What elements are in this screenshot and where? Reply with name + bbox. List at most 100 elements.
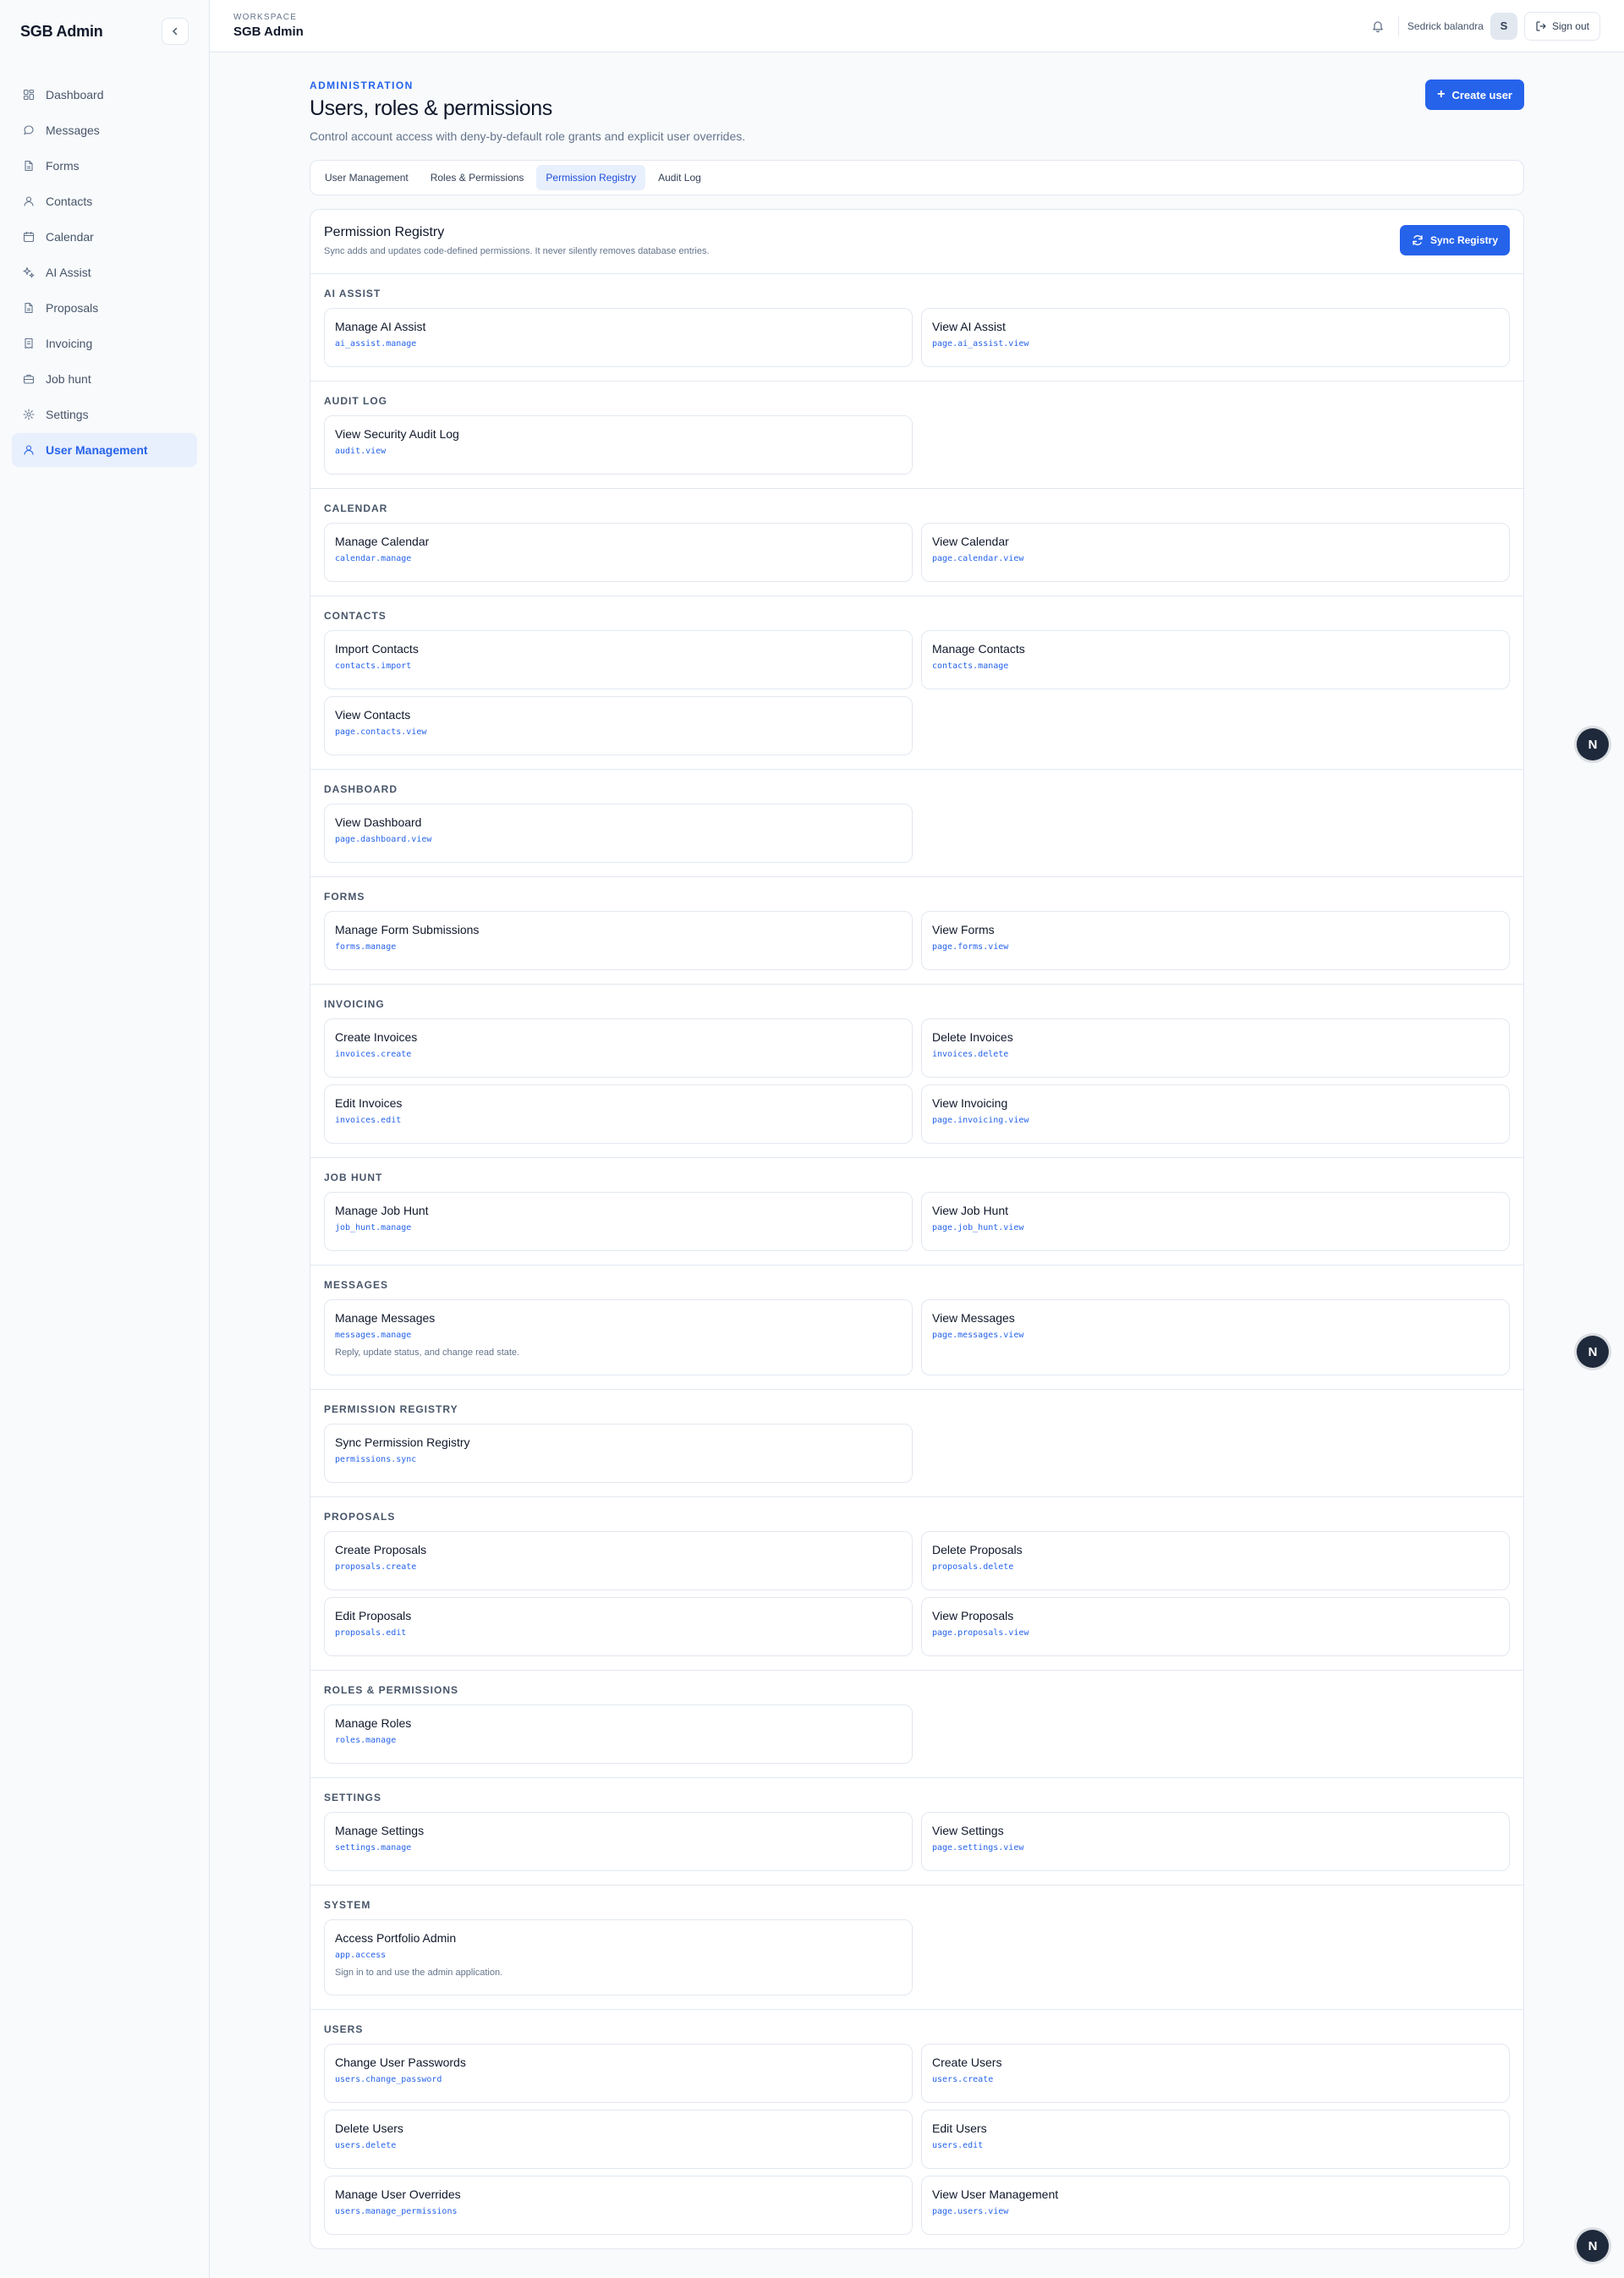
sidebar-item-dashboard[interactable]: Dashboard — [12, 78, 197, 112]
permission-group-ai-assist: AI ASSIST Manage AI Assist ai_assist.manag… — [310, 274, 1523, 381]
permission-card: View User Management page.users.view — [921, 2176, 1510, 2235]
permission-name: View Invoicing — [932, 1096, 1008, 1110]
topbar: WORKSPACE SGB Admin Sedrick balandra S S… — [210, 0, 1624, 52]
panel-title: Permission Registry — [324, 225, 445, 239]
permission-key: proposals.delete — [932, 1562, 1014, 1572]
permission-name: Change User Passwords — [335, 2056, 466, 2069]
permission-key: contacts.manage — [932, 661, 1009, 671]
permission-name: Manage AI Assist — [335, 320, 426, 333]
workspace-info: WORKSPACE SGB Admin — [233, 13, 304, 39]
permission-card: Delete Users users.delete — [324, 2110, 913, 2169]
permission-card: Sync Permission Registry permissions.sync — [324, 1424, 913, 1483]
floating-action-button[interactable]: N — [1577, 2230, 1609, 2262]
permission-description: Reply, update status, and change read st… — [335, 1348, 520, 1358]
group-title: AUDIT LOG — [324, 395, 387, 407]
permission-name: View Contacts — [335, 708, 411, 722]
sidebar-item-messages[interactable]: Messages — [12, 113, 197, 147]
permission-key: page.settings.view — [932, 1843, 1024, 1853]
permission-key: page.calendar.view — [932, 554, 1024, 563]
avatar[interactable]: S — [1490, 12, 1517, 40]
bell-icon — [1373, 20, 1383, 32]
permission-name: Manage Form Submissions — [335, 923, 480, 936]
permission-card: Manage AI Assist ai_assist.manage — [324, 308, 913, 367]
permission-group-dashboard: DASHBOARD View Dashboard page.dashboard.vi… — [310, 770, 1523, 877]
sidebar-item-ai-assist[interactable]: AI Assist — [12, 255, 197, 289]
group-title: FORMS — [324, 891, 365, 903]
sidebar-item-contacts[interactable]: Contacts — [12, 184, 197, 218]
floating-action-button[interactable]: N — [1577, 728, 1609, 760]
tab-roles-and-permissions[interactable]: Roles & Permissions — [421, 165, 534, 190]
sync-registry-button[interactable]: Sync Registry — [1399, 225, 1510, 255]
tab-permission-registry[interactable]: Permission Registry — [536, 165, 646, 190]
permission-name: View Calendar — [932, 535, 1009, 548]
sidebar-item-invoicing[interactable]: Invoicing — [12, 327, 197, 360]
group-title: CONTACTS — [324, 610, 387, 622]
permission-card: Change User Passwords users.change_passwo… — [324, 2044, 913, 2103]
divider — [1397, 15, 1399, 36]
permission-name: Manage Job Hunt — [335, 1204, 429, 1217]
receipt-icon — [22, 337, 36, 350]
permission-group-permission-registry: PERMISSION REGISTRY Sync Permission Regis… — [310, 1390, 1523, 1497]
permission-name: Delete Proposals — [932, 1543, 1023, 1556]
collapse-sidebar-button[interactable] — [162, 18, 189, 45]
sidebar-item-settings[interactable]: Settings — [12, 398, 197, 431]
floating-action-button[interactable]: N — [1577, 1336, 1609, 1368]
permission-key: invoices.edit — [335, 1116, 402, 1125]
permission-card: Delete Invoices invoices.delete — [921, 1018, 1510, 1078]
permission-key: invoices.create — [335, 1050, 412, 1059]
permission-card: View Invoicing page.invoicing.view — [921, 1084, 1510, 1144]
workspace-name: SGB Admin — [233, 25, 304, 39]
file-icon — [22, 301, 36, 315]
permission-card: Manage Contacts contacts.manage — [921, 630, 1510, 689]
permission-key: page.forms.view — [932, 942, 1009, 952]
permission-key: page.ai_assist.view — [932, 339, 1029, 349]
permission-key: page.contacts.view — [335, 727, 427, 737]
sign-out-icon — [1535, 20, 1547, 32]
permission-key: page.invoicing.view — [932, 1116, 1029, 1125]
permission-name: Edit Proposals — [335, 1609, 412, 1622]
tab-user-management[interactable]: User Management — [315, 165, 418, 190]
sign-out-button[interactable]: Sign out — [1523, 11, 1600, 41]
permission-name: Edit Users — [932, 2122, 987, 2135]
permission-key: invoices.delete — [932, 1050, 1009, 1059]
create-user-button[interactable]: + Create user — [1425, 80, 1524, 110]
permission-name: View Job Hunt — [932, 1204, 1009, 1217]
sidebar-item-proposals[interactable]: Proposals — [12, 291, 197, 325]
sidebar-item-forms[interactable]: Forms — [12, 149, 197, 183]
file-icon — [22, 159, 36, 173]
permission-card: View Calendar page.calendar.view — [921, 523, 1510, 582]
sidebar-item-user-management[interactable]: User Management — [12, 433, 197, 467]
permission-key: page.messages.view — [932, 1331, 1024, 1340]
notifications-button[interactable] — [1366, 14, 1390, 38]
permission-grid: Create Invoices invoices.create Delete Inv… — [324, 1018, 1510, 1144]
permission-card: Edit Invoices invoices.edit — [324, 1084, 913, 1144]
permission-grid: Sync Permission Registry permissions.sync — [324, 1424, 1510, 1483]
workspace-label: WORKSPACE — [233, 13, 298, 22]
permission-card: View AI Assist page.ai_assist.view — [921, 308, 1510, 367]
permission-group-job-hunt: JOB HUNT Manage Job Hunt job_hunt.manage Vi… — [310, 1158, 1523, 1265]
topbar-actions: Sedrick balandra S Sign out — [1366, 11, 1600, 41]
user-icon — [22, 195, 36, 208]
sidebar-header: SGB Admin — [0, 0, 209, 63]
sidebar-item-label: AI Assist — [46, 266, 91, 279]
message-icon — [22, 124, 36, 137]
sidebar-item-job-hunt[interactable]: Job hunt — [12, 362, 197, 396]
tab-bar: User Management Roles & Permissions Permis… — [310, 160, 1524, 195]
permission-name: Create Invoices — [335, 1030, 418, 1044]
gear-icon — [22, 408, 36, 421]
dashboard-icon — [22, 88, 36, 102]
sidebar-item-calendar[interactable]: Calendar — [12, 220, 197, 254]
sidebar-item-label: Contacts — [46, 195, 93, 208]
permission-group-messages: MESSAGES Manage Messages messages.manage Re… — [310, 1265, 1523, 1390]
permission-key: page.job_hunt.view — [932, 1223, 1024, 1232]
permission-name: Manage User Overrides — [335, 2187, 461, 2201]
permission-key: users.edit — [932, 2141, 984, 2150]
sidebar-item-label: Settings — [46, 408, 89, 421]
permission-name: Sync Permission Registry — [335, 1435, 470, 1449]
sidebar-item-label: Forms — [46, 159, 80, 173]
create-user-label: Create user — [1451, 88, 1512, 102]
group-title: ROLES & PERMISSIONS — [324, 1684, 459, 1696]
permission-card: Manage Form Submissions forms.manage — [324, 911, 913, 970]
tab-audit-log[interactable]: Audit Log — [649, 165, 710, 190]
permission-card: Create Proposals proposals.create — [324, 1531, 913, 1590]
